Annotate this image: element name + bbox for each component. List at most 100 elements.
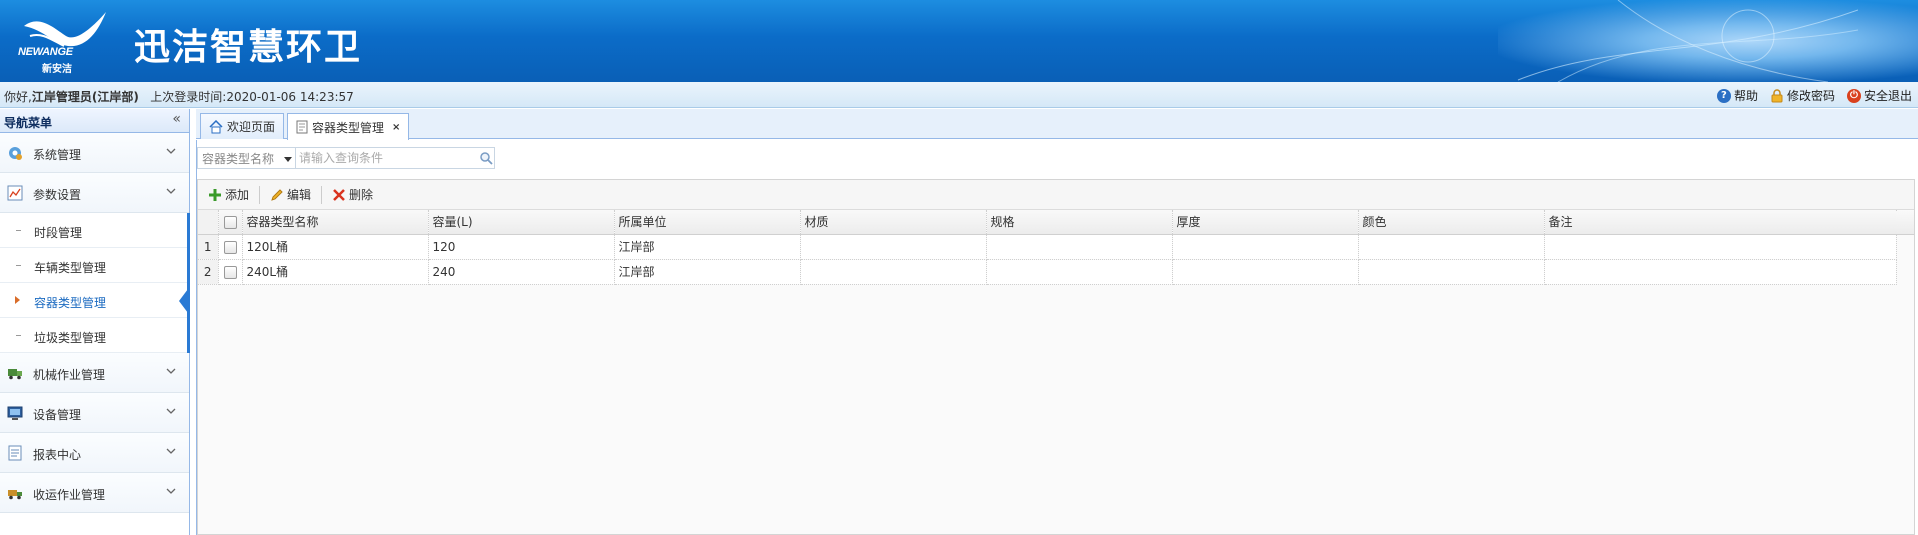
plus-icon: [209, 188, 221, 201]
report-icon: [8, 445, 22, 461]
current-user: 江岸管理员(江岸部): [31, 90, 139, 104]
column-header[interactable]: 容量(L): [428, 210, 615, 235]
delete-label: 删除: [349, 188, 374, 202]
banner-lines-decoration: [1517, 0, 1858, 82]
cell-thickness: [1172, 234, 1359, 260]
tab-welcome[interactable]: 欢迎页面: [200, 113, 285, 139]
toolbar-separator: [259, 185, 261, 204]
app-title: 迅洁智慧环卫: [134, 27, 363, 68]
logo-english-text: NEWANGE: [18, 46, 73, 58]
column-header[interactable]: 容器类型名称: [242, 210, 429, 235]
grid-header-row: 容器类型名称 容量(L) 所属单位 材质 规格 厚度 颜色 备注: [198, 210, 1897, 235]
row-checkbox[interactable]: [223, 240, 237, 254]
search-input[interactable]: [295, 147, 495, 169]
menu-group-label: 机械作业管理: [33, 368, 106, 382]
logo-chinese-text: 新安洁: [42, 64, 72, 75]
cell-spec: [986, 234, 1173, 260]
help-link[interactable]: ? 帮助: [1716, 87, 1758, 104]
cell-name: 120L桶: [242, 234, 429, 260]
row-checkbox[interactable]: [223, 265, 237, 279]
cell-color: [1358, 234, 1545, 260]
column-header[interactable]: 颜色: [1358, 210, 1545, 235]
gear-icon: [9, 147, 22, 160]
sidebar-title: 导航菜单: [4, 116, 53, 130]
menu-group-collection[interactable]: 收运作业管理: [0, 473, 189, 513]
tabs-bar: 欢迎页面 容器类型管理 ×: [196, 109, 1918, 140]
lock-icon: [1771, 88, 1783, 102]
column-header[interactable]: 所属单位: [614, 210, 801, 235]
change-password-link[interactable]: 修改密码: [1770, 87, 1835, 104]
search-field-select[interactable]: 容器类型名称: [197, 147, 295, 169]
tab-close-icon[interactable]: ×: [392, 122, 400, 133]
sidebar-item-label: 车辆类型管理: [34, 261, 107, 275]
status-bar: 你好,江岸管理员(江岸部) 上次登录时间:2020-01-06 14:23:57…: [0, 82, 1918, 108]
chevron-down-icon: [166, 188, 176, 194]
column-header[interactable]: 规格: [986, 210, 1173, 235]
menu-group-machinery[interactable]: 机械作业管理: [0, 353, 189, 393]
add-button[interactable]: 添加: [204, 184, 253, 205]
grid-toolbar: 添加 编辑 删除: [198, 180, 1914, 210]
content-panel: 容器类型名称 添加 编辑: [196, 140, 1918, 535]
cell-color: [1358, 259, 1545, 285]
search-icon[interactable]: [479, 151, 493, 165]
column-header[interactable]: 材质: [800, 210, 987, 235]
cell-capacity: 120: [428, 234, 615, 260]
grid-header-filler: [1896, 211, 1914, 235]
submenu-parameters: 时段管理 车辆类型管理 容器类型管理 垃圾类型管理: [0, 213, 190, 353]
sidebar-item-time-period[interactable]: 时段管理: [0, 213, 187, 248]
search-bar: 容器类型名称: [197, 147, 495, 169]
monitor-icon: [7, 406, 23, 420]
cell-material: [800, 259, 987, 285]
change-password-label: 修改密码: [1786, 89, 1835, 103]
table-row[interactable]: 1 120L桶 120 江岸部: [198, 234, 1897, 260]
greeting-prefix: 你好,: [4, 90, 32, 104]
tab-label: 欢迎页面: [227, 120, 276, 134]
selected-marker: [179, 289, 188, 313]
toolbar-separator: [321, 185, 323, 204]
cell-material: [800, 234, 987, 260]
sidebar-item-vehicle-type[interactable]: 车辆类型管理: [0, 248, 187, 283]
header-banner: NEWANGE 新安洁 迅洁智慧环卫: [0, 0, 1918, 82]
sidebar-item-label: 时段管理: [34, 226, 83, 240]
menu-group-devices[interactable]: 设备管理: [0, 393, 189, 433]
data-grid: 添加 编辑 删除 容器类型名称 容量(L) 所属单位 材质 规格 厚度 颜色 备…: [197, 179, 1915, 535]
logout-link[interactable]: ⏻ 安全退出: [1846, 87, 1912, 104]
row-number-header: [198, 210, 219, 235]
sidebar-item-label: 容器类型管理: [34, 296, 107, 310]
menu-group-system[interactable]: 系统管理: [0, 133, 189, 173]
menu-group-label: 设备管理: [33, 408, 82, 422]
tree-line: [16, 230, 21, 231]
edit-button[interactable]: 编辑: [266, 184, 315, 205]
cell-spec: [986, 259, 1173, 285]
tab-container-type[interactable]: 容器类型管理 ×: [287, 113, 410, 140]
table-row[interactable]: 2 240L桶 240 江岸部: [198, 259, 1897, 285]
menu-group-parameters[interactable]: 参数设置: [0, 173, 189, 213]
tab-label: 容器类型管理: [312, 120, 385, 135]
delivery-truck-icon: [8, 490, 22, 500]
logout-label: 安全退出: [1863, 89, 1912, 103]
sidebar-item-container-type[interactable]: 容器类型管理: [0, 283, 188, 318]
menu-group-label: 参数设置: [33, 188, 82, 202]
chevron-down-icon: [166, 148, 176, 154]
select-all-header: [218, 210, 243, 235]
cell-remark: [1544, 259, 1897, 285]
last-login-label: 上次登录时间:: [150, 90, 227, 104]
sidebar-collapse-button[interactable]: «: [172, 111, 181, 127]
delete-button[interactable]: 删除: [328, 184, 377, 205]
chart-icon: [7, 185, 23, 201]
sidebar-item-garbage-type[interactable]: 垃圾类型管理: [0, 318, 187, 353]
menu-group-reports[interactable]: 报表中心: [0, 433, 189, 473]
column-header[interactable]: 备注: [1544, 210, 1897, 235]
search-field-label: 容器类型名称: [202, 151, 275, 166]
help-label: 帮助: [1733, 89, 1758, 103]
column-header[interactable]: 厚度: [1172, 210, 1359, 235]
menu-group-label: 报表中心: [33, 448, 82, 462]
select-all-checkbox[interactable]: [223, 215, 237, 229]
truck-icon: [8, 369, 22, 380]
tree-line: [16, 265, 21, 266]
last-login-time: 2020-01-06 14:23:57: [226, 90, 354, 104]
pencil-icon: [271, 188, 283, 201]
sidebar: 导航菜单 « 系统管理 参数设置 时段管理 车辆类型管理 容器类型管理 垃圾类型…: [0, 109, 190, 535]
help-icon: ?: [1716, 88, 1731, 103]
home-icon: [209, 119, 223, 133]
